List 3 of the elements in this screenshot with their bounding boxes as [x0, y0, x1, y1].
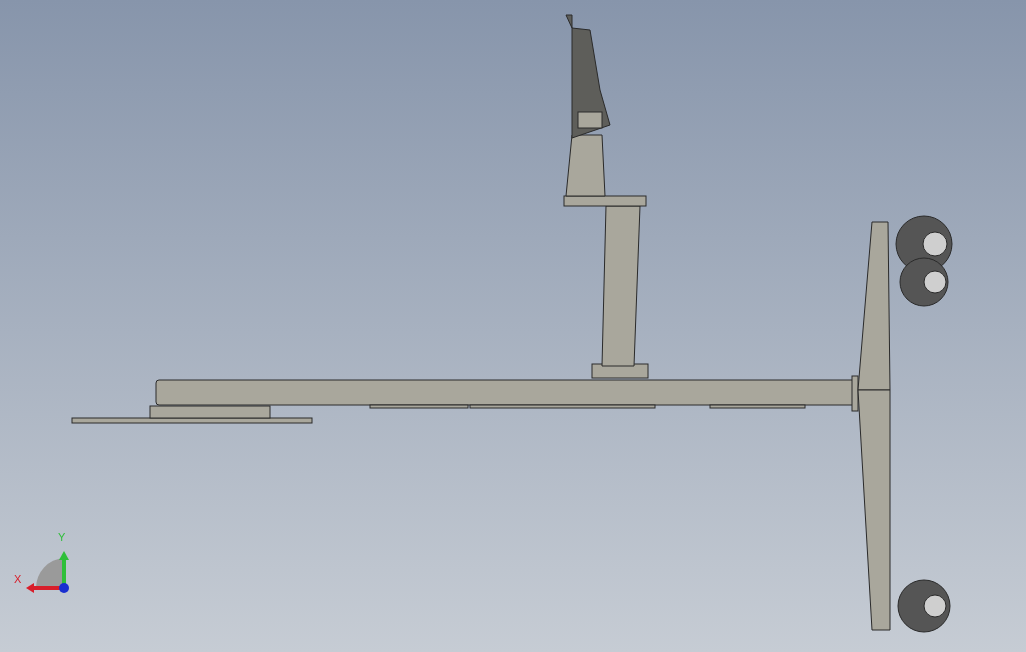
x-axis-label: X [14, 574, 22, 585]
origin-dot [59, 583, 69, 593]
y-axis-label: Y [58, 532, 66, 543]
